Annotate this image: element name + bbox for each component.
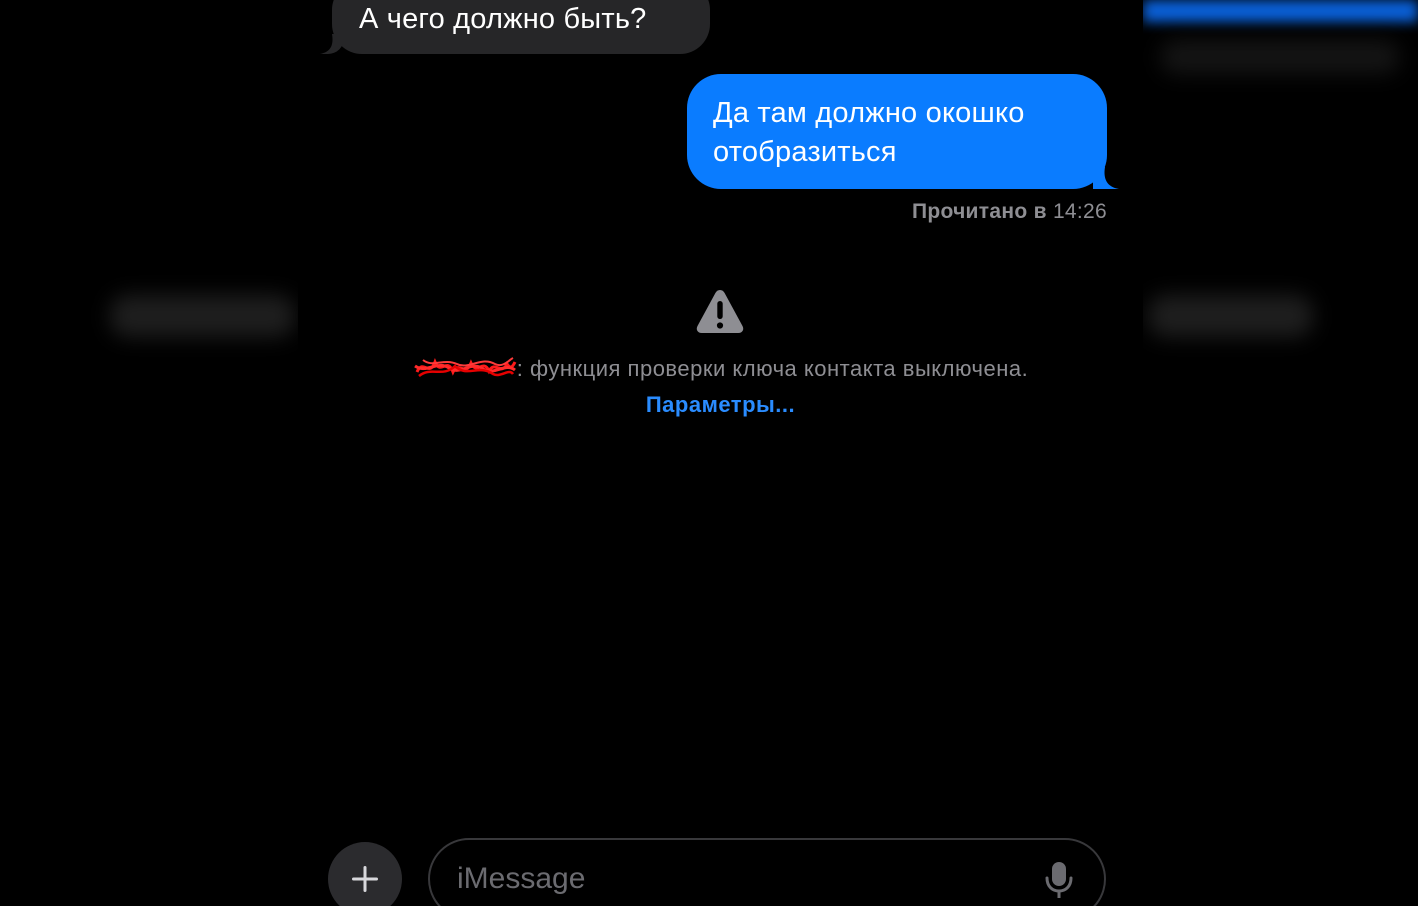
read-receipt-time: 14:26 — [1052, 200, 1107, 223]
bubble-tail — [1093, 167, 1119, 189]
bubble-tail — [320, 34, 344, 54]
key-verification-notice: : функция проверки ключа контакта выключ… — [298, 354, 1143, 382]
imessage-placeholder: iMessage — [457, 862, 586, 895]
incoming-message-bubble[interactable]: А чего должно быть? — [332, 0, 710, 54]
outgoing-message-line: Да там должно окошко — [713, 97, 1025, 129]
screenshot-stage: А чего должно быть? Да там должно окошко… — [0, 0, 1418, 906]
blurred-background-shape — [1160, 40, 1400, 74]
read-receipt-label: Прочитано в — [911, 200, 1047, 223]
outgoing-message-line: отобразиться — [713, 136, 897, 168]
outgoing-message-bubble[interactable]: Да там должно окошко отобразиться — [687, 74, 1107, 189]
red-scribble — [413, 357, 517, 378]
add-attachment-button[interactable] — [328, 842, 402, 906]
microphone-icon[interactable] — [1044, 860, 1074, 900]
blurred-background-banner — [1143, 0, 1418, 22]
notice-text: : функция проверки ключа контакта выключ… — [516, 356, 1029, 381]
warning-icon — [696, 290, 744, 333]
redacted-contact-name — [413, 354, 517, 380]
read-receipt: Прочитано в 14:26 — [912, 200, 1107, 224]
imessage-input[interactable]: iMessage — [428, 838, 1106, 906]
settings-link[interactable]: Параметры... — [298, 392, 1143, 418]
plus-icon — [352, 866, 378, 892]
blurred-background-shape — [1148, 295, 1313, 337]
blurred-background-shape — [110, 295, 295, 337]
incoming-message-text: А чего должно быть? — [359, 3, 647, 35]
messages-screen: А чего должно быть? Да там должно окошко… — [298, 0, 1143, 906]
